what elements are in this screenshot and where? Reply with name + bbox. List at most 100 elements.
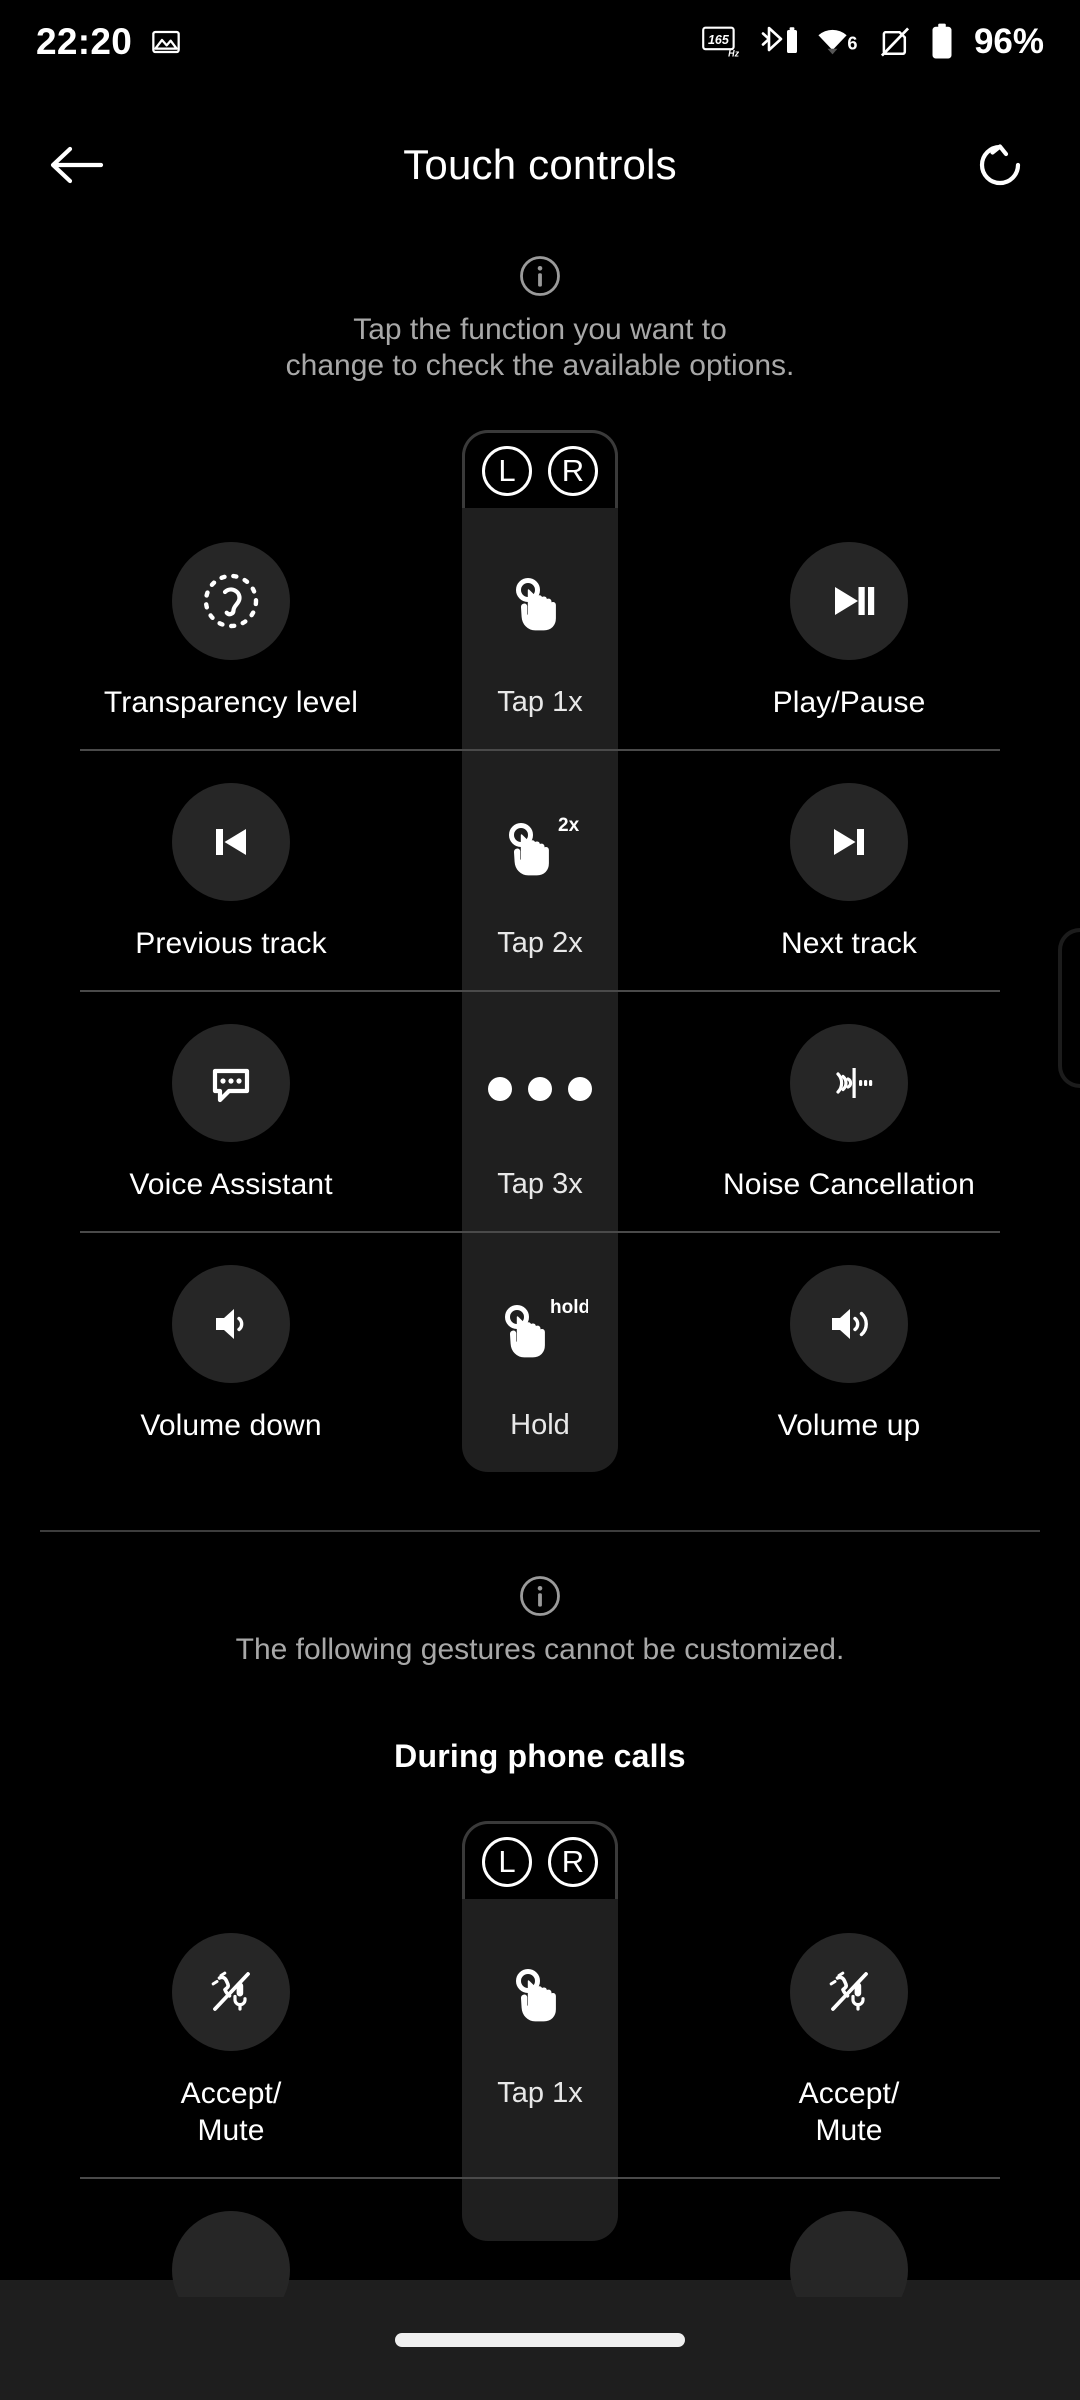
calls-section-title: During phone calls bbox=[394, 1738, 686, 1774]
gesture-row-clipped bbox=[0, 2177, 1080, 2297]
gesture-row: Transparency level Tap 1x Play/Pause bbox=[0, 508, 1080, 749]
hold-superscript: hold bbox=[550, 1297, 588, 1318]
battery-icon bbox=[929, 23, 955, 61]
call-action-label-line1: Accept/ bbox=[180, 2077, 282, 2110]
back-button[interactable] bbox=[22, 110, 132, 220]
app-bar: Touch controls bbox=[0, 110, 1080, 220]
skip-next-icon bbox=[790, 783, 908, 901]
gesture-action-label: Volume down bbox=[140, 1409, 322, 1442]
gesture-action-label: Next track bbox=[780, 927, 918, 960]
earbud-lr-header: L R bbox=[462, 430, 618, 508]
right-earbud-badge: R bbox=[548, 445, 598, 496]
phone-screen: 22:20 165 Hz 6 96% Touch controls Tap th… bbox=[0, 0, 1080, 2400]
gesture-action-play-pause[interactable]: Play/Pause bbox=[618, 508, 1080, 721]
call-action-label-line2: Mute bbox=[815, 2114, 883, 2147]
calls-gesture-grid: L R Accept/ Mute Tap 1x Accept/ Mute bbox=[0, 1821, 1080, 2297]
call-action-label: Accept/ Mute bbox=[799, 2075, 900, 2149]
scroll-indicator[interactable] bbox=[1058, 928, 1080, 1088]
info-icon bbox=[520, 1576, 560, 1616]
icon-circle-clipped bbox=[172, 2211, 290, 2297]
info-icon bbox=[520, 256, 560, 296]
info-block-bottom: The following gestures cannot be customi… bbox=[0, 1532, 1080, 1668]
call-action-label-line1: Accept/ bbox=[798, 2077, 900, 2110]
hold-hand-icon: hold bbox=[492, 1271, 588, 1389]
gesture-type-tap-1x: Tap 1x bbox=[462, 508, 618, 720]
info-text-top-line2: change to check the available options. bbox=[285, 349, 795, 382]
dot bbox=[488, 1077, 512, 1101]
play-pause-icon bbox=[790, 542, 908, 660]
reset-icon bbox=[979, 144, 1021, 186]
scroll-content[interactable]: Tap the function you want to change to c… bbox=[0, 228, 1080, 2340]
gesture-action-volume-down[interactable]: Volume down bbox=[0, 1231, 462, 1444]
gesture-action-previous-track[interactable]: Previous track bbox=[0, 749, 462, 962]
tap-hand-icon bbox=[501, 1939, 579, 2057]
call-action-accept-mute-right: Accept/ Mute bbox=[618, 1899, 1080, 2149]
gesture-action-label: Play/Pause bbox=[772, 686, 926, 719]
home-gesture-pill[interactable] bbox=[395, 2333, 685, 2347]
info-text-top-line1: Tap the function you want to bbox=[353, 313, 727, 346]
right-earbud-badge: R bbox=[548, 1836, 598, 1887]
gesture-type-tap-1x: Tap 1x bbox=[462, 1899, 618, 2111]
call-action-label-line2: Mute bbox=[197, 2114, 265, 2147]
call-action-clipped-left bbox=[0, 2177, 462, 2297]
call-action-accept-mute-left: Accept/ Mute bbox=[0, 1899, 462, 2149]
tap-hand-icon: 2x bbox=[496, 789, 584, 907]
gesture-type-tap-2x: 2x Tap 2x bbox=[462, 749, 618, 961]
gesture-action-label: Voice Assistant bbox=[129, 1168, 333, 1201]
tap-count-superscript: 2x bbox=[558, 815, 580, 836]
left-earbud-badge: L bbox=[482, 445, 532, 496]
reset-button[interactable] bbox=[950, 115, 1050, 215]
status-bar: 22:20 165 Hz 6 96% bbox=[0, 0, 1080, 84]
gesture-action-volume-up[interactable]: Volume up bbox=[618, 1231, 1080, 1444]
nfc-off-icon bbox=[878, 25, 912, 59]
bluetooth-battery-icon bbox=[760, 24, 800, 60]
gesture-row: Accept/ Mute Tap 1x Accept/ Mute bbox=[0, 1899, 1080, 2177]
gesture-row: Voice Assistant Tap 3x Noise Cancellatio… bbox=[0, 990, 1080, 1231]
gesture-row: Volume down hold Hold Volume up bbox=[0, 1231, 1080, 1472]
page-title: Touch controls bbox=[403, 141, 677, 188]
gesture-type-label: Tap 2x bbox=[497, 927, 583, 959]
transparency-ear-icon bbox=[172, 542, 290, 660]
gesture-type-label: Tap 1x bbox=[497, 2077, 583, 2109]
wifi-6-icon: 6 bbox=[817, 25, 861, 59]
svg-text:Hz: Hz bbox=[728, 48, 739, 58]
speech-bubble-icon bbox=[172, 1024, 290, 1142]
gesture-type-tap-3x: Tap 3x bbox=[462, 990, 618, 1202]
gesture-type-label: Tap 3x bbox=[497, 1168, 583, 1200]
system-navigation-bar bbox=[0, 2280, 1080, 2400]
left-earbud-badge: L bbox=[482, 1836, 532, 1887]
gesture-action-label: Transparency level bbox=[103, 686, 359, 719]
gesture-action-transparency-level[interactable]: Transparency level bbox=[0, 508, 462, 721]
gesture-action-noise-cancellation[interactable]: Noise Cancellation bbox=[618, 990, 1080, 1203]
call-action-clipped-right bbox=[618, 2177, 1080, 2297]
gesture-rows: Transparency level Tap 1x Play/Pause Pre… bbox=[0, 430, 1080, 1472]
screenshot-image-icon bbox=[150, 26, 182, 58]
tap-hand-icon bbox=[501, 548, 579, 666]
icon-circle-clipped bbox=[790, 2211, 908, 2297]
noise-cancellation-icon bbox=[790, 1024, 908, 1142]
status-bar-right: 165 Hz 6 96% bbox=[701, 22, 1044, 62]
gesture-action-next-track[interactable]: Next track bbox=[618, 749, 1080, 962]
gesture-action-label: Previous track bbox=[135, 927, 327, 960]
status-bar-left: 22:20 bbox=[36, 21, 182, 63]
gesture-action-voice-assistant[interactable]: Voice Assistant bbox=[0, 990, 462, 1203]
refresh-rate-icon: 165 Hz bbox=[701, 25, 743, 59]
earbud-lr-header: L R bbox=[462, 1821, 618, 1899]
gesture-type-label: Hold bbox=[510, 1409, 570, 1441]
svg-text:165: 165 bbox=[708, 33, 730, 47]
volume-up-icon bbox=[790, 1265, 908, 1383]
gesture-action-label: Noise Cancellation bbox=[723, 1168, 975, 1201]
accept-mute-call-icon bbox=[790, 1933, 908, 2051]
gesture-action-label: Volume up bbox=[777, 1409, 921, 1442]
call-action-label: Accept/ Mute bbox=[181, 2075, 282, 2149]
gesture-type-clipped bbox=[462, 2177, 618, 2217]
three-dots-icon bbox=[488, 1030, 592, 1148]
gesture-grid: L R Transparency level Tap 1x Play/Pause… bbox=[0, 430, 1080, 1472]
gesture-row: Previous track 2x Tap 2x Next track bbox=[0, 749, 1080, 990]
volume-down-icon bbox=[172, 1265, 290, 1383]
status-bar-clock: 22:20 bbox=[36, 21, 133, 62]
dot bbox=[528, 1077, 552, 1101]
svg-text:6: 6 bbox=[847, 34, 857, 54]
info-block-top: Tap the function you want to change to c… bbox=[0, 228, 1080, 384]
dot bbox=[568, 1077, 592, 1101]
